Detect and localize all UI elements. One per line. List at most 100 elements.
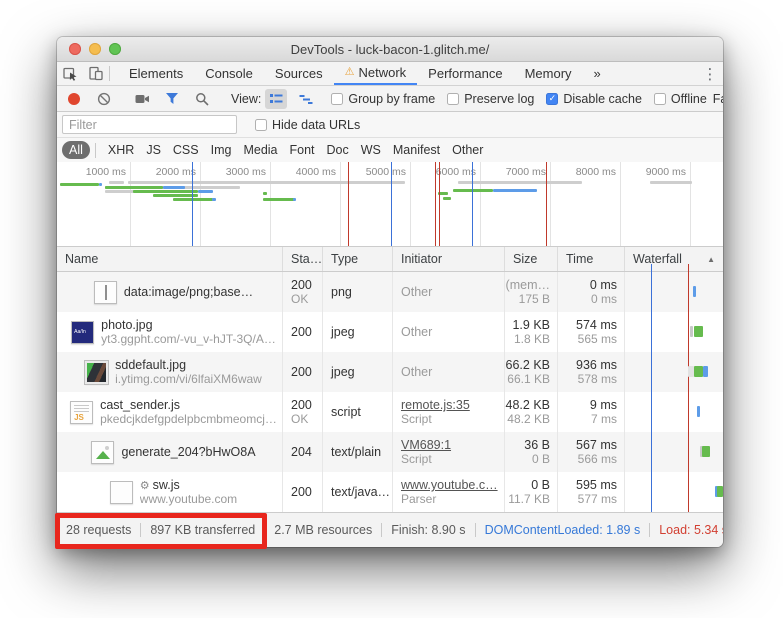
filter-pill-all[interactable]: All bbox=[62, 141, 90, 159]
divider bbox=[140, 523, 141, 537]
file-icon bbox=[85, 361, 108, 384]
time: 0 ms bbox=[590, 278, 617, 292]
filter-pill-other[interactable]: Other bbox=[446, 141, 489, 159]
size: (mem… bbox=[506, 278, 550, 292]
domcontentloaded-marker bbox=[472, 162, 473, 246]
column-header-waterfall[interactable]: Waterfall▲ bbox=[625, 247, 723, 271]
group-by-frame-checkbox[interactable]: Group by frame bbox=[331, 92, 435, 106]
table-row[interactable]: cast_sender.js pkedcjkdefgpdelpbcmbmeomc… bbox=[57, 392, 723, 432]
waterfall-bar bbox=[697, 406, 700, 417]
filter-pill-doc[interactable]: Doc bbox=[321, 141, 355, 159]
tab-network[interactable]: ⚠Network bbox=[334, 62, 418, 85]
grid-line bbox=[270, 162, 271, 246]
table-row[interactable]: ⚙sw.js www.youtube.com 200 text/java… ww… bbox=[57, 472, 723, 512]
waterfall-cell bbox=[625, 472, 723, 512]
column-header-initiator[interactable]: Initiator bbox=[393, 247, 505, 271]
timeline-tick-label: 3000 ms bbox=[204, 166, 266, 178]
tab-console[interactable]: Console bbox=[194, 62, 264, 85]
load-marker bbox=[439, 162, 440, 246]
filter-input[interactable] bbox=[62, 115, 237, 134]
size: 48.2 KB bbox=[506, 398, 550, 412]
zoom-button[interactable] bbox=[109, 43, 121, 55]
initiator[interactable]: www.youtube.c… bbox=[401, 478, 504, 492]
throttling-dropdown[interactable]: Fas bbox=[713, 92, 723, 106]
initiator: Other bbox=[401, 325, 504, 339]
offline-checkbox[interactable]: Offline bbox=[654, 92, 707, 106]
view-large-rows-button[interactable] bbox=[265, 89, 287, 109]
status-code: 204 bbox=[291, 445, 322, 459]
divider bbox=[649, 523, 650, 537]
clear-button[interactable] bbox=[93, 89, 115, 109]
tab-memory[interactable]: Memory bbox=[514, 62, 583, 85]
column-header-name[interactable]: Name bbox=[57, 247, 283, 271]
overview-request-bar bbox=[133, 190, 198, 193]
filter-funnel-icon[interactable] bbox=[161, 89, 183, 109]
overview-request-bar bbox=[105, 186, 163, 189]
close-button[interactable] bbox=[69, 43, 81, 55]
overview-request-bar bbox=[128, 181, 405, 184]
inspect-element-icon[interactable] bbox=[57, 62, 83, 85]
status-code: 200 bbox=[291, 325, 322, 339]
filter-pill-manifest[interactable]: Manifest bbox=[387, 141, 446, 159]
request-type: text/plain bbox=[331, 445, 392, 459]
time: 567 ms bbox=[576, 438, 617, 452]
waterfall-bar bbox=[717, 486, 723, 497]
request-name: sw.js bbox=[153, 478, 180, 492]
waterfall-bar bbox=[693, 286, 696, 297]
waterfall-cell bbox=[625, 312, 723, 352]
waterfall-cell bbox=[625, 272, 723, 312]
overview-request-bar bbox=[173, 198, 213, 201]
status-item: 28 requests bbox=[66, 523, 131, 537]
size: 0 B bbox=[531, 478, 550, 492]
filter-pill-ws[interactable]: WS bbox=[355, 141, 387, 159]
tab-sources[interactable]: Sources bbox=[264, 62, 334, 85]
table-row[interactable]: photo.jpg yt3.ggpht.com/-vu_v-hJT-3Q/A… … bbox=[57, 312, 723, 352]
tab-elements[interactable]: Elements bbox=[118, 62, 194, 85]
divider bbox=[109, 66, 110, 81]
resource-type-filters: All XHRJSCSSImgMediaFontDocWSManifestOthe… bbox=[57, 138, 723, 162]
minimize-button[interactable] bbox=[89, 43, 101, 55]
table-row[interactable]: data:image/png;base… 200OK png Other (me… bbox=[57, 272, 723, 312]
hide-data-urls-checkbox[interactable]: Hide data URLs bbox=[255, 118, 360, 132]
file-icon bbox=[110, 481, 133, 504]
tab-[interactable]: » bbox=[583, 62, 612, 85]
device-toolbar-icon[interactable] bbox=[83, 62, 109, 85]
preserve-log-checkbox[interactable]: Preserve log bbox=[447, 92, 534, 106]
tab-performance[interactable]: Performance bbox=[417, 62, 513, 85]
divider bbox=[381, 523, 382, 537]
timeline-tick-label: 9000 ms bbox=[624, 166, 686, 178]
table-row[interactable]: generate_204?bHwO8A 204 text/plain VM689… bbox=[57, 432, 723, 472]
request-domain: www.youtube.com bbox=[140, 492, 237, 506]
timeline-overview[interactable]: 1000 ms2000 ms3000 ms4000 ms5000 ms6000 … bbox=[57, 162, 723, 247]
filter-pill-font[interactable]: Font bbox=[284, 141, 321, 159]
column-header-sta[interactable]: Sta… bbox=[283, 247, 323, 271]
table-row[interactable]: sddefault.jpg i.ytimg.com/vi/6lfaiXM6waw… bbox=[57, 352, 723, 392]
view-label: View: bbox=[231, 92, 261, 106]
grid-line bbox=[340, 162, 341, 246]
column-header-type[interactable]: Type bbox=[323, 247, 393, 271]
file-icon bbox=[70, 401, 93, 424]
disable-cache-checkbox[interactable]: Disable cache bbox=[546, 92, 642, 106]
status-code: 200 bbox=[291, 398, 322, 412]
record-button[interactable] bbox=[63, 89, 85, 109]
screenshot-stage: DevTools - luck-bacon-1.glitch.me/ Eleme… bbox=[0, 0, 783, 618]
filter-pill-img[interactable]: Img bbox=[205, 141, 238, 159]
kebab-menu-icon[interactable]: ⋮ bbox=[697, 62, 723, 85]
filter-pill-xhr[interactable]: XHR bbox=[102, 141, 140, 159]
overview-request-bar bbox=[263, 198, 295, 201]
filter-row: Hide data URLs bbox=[57, 112, 723, 138]
filter-pill-css[interactable]: CSS bbox=[167, 141, 205, 159]
search-icon[interactable] bbox=[191, 89, 213, 109]
status-item: DOMContentLoaded: 1.89 s bbox=[485, 523, 641, 537]
divider bbox=[95, 143, 96, 158]
column-header-size[interactable]: Size bbox=[505, 247, 558, 271]
filter-pill-js[interactable]: JS bbox=[140, 141, 167, 159]
initiator[interactable]: remote.js:35 bbox=[401, 398, 504, 412]
waterfall-bar bbox=[694, 366, 703, 377]
overview-request-bar bbox=[198, 190, 213, 193]
filter-pill-media[interactable]: Media bbox=[237, 141, 283, 159]
initiator[interactable]: VM689:1 bbox=[401, 438, 504, 452]
column-header-time[interactable]: Time bbox=[558, 247, 625, 271]
capture-screenshots-icon[interactable] bbox=[131, 89, 153, 109]
show-overview-button[interactable] bbox=[295, 89, 317, 109]
